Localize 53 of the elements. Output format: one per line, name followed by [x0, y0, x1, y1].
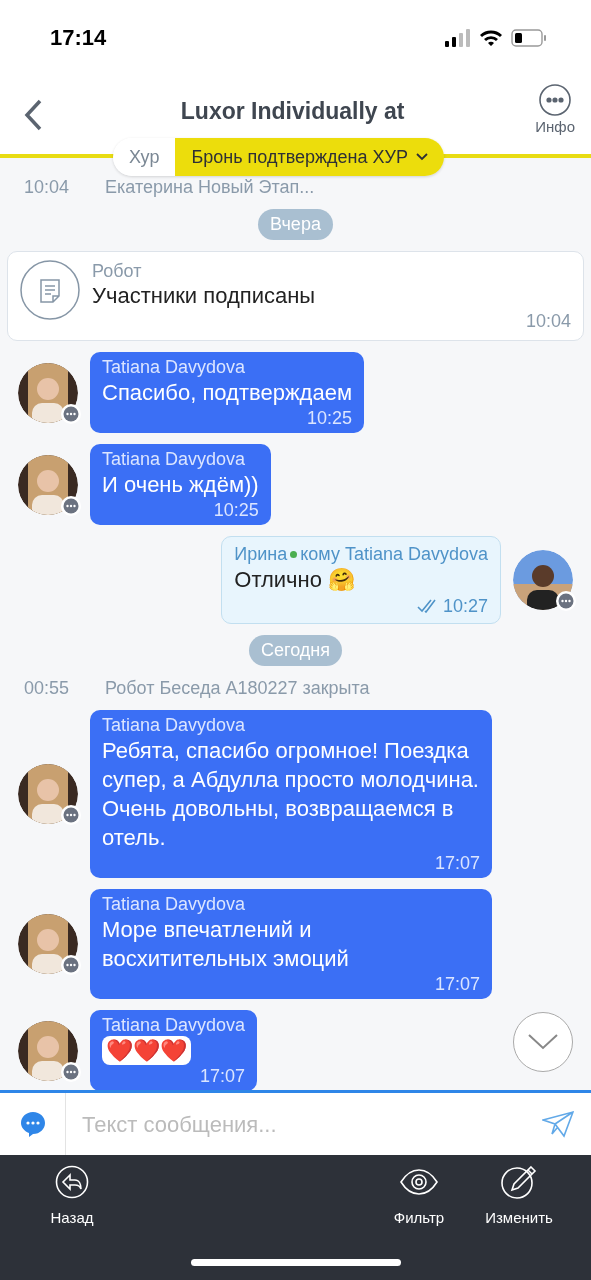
- toolbar-button[interactable]: Назад: [22, 1165, 122, 1230]
- message-text: Ребята, спасибо огромное! Поездка супер, а Абдулла просто молодчина. Очень довольны, возвращаемся в отель.: [102, 737, 480, 852]
- recipient-name: кому Tatiana Davydova: [300, 543, 488, 565]
- message-time: 10:25: [307, 407, 353, 429]
- sender-name: Робот: [92, 260, 143, 282]
- wifi-icon: [479, 28, 503, 47]
- sender-name: Tatiana Davydova: [102, 356, 247, 378]
- status-pill-label: Бронь подтверждена ХУР: [191, 145, 409, 169]
- message-text: Участники подписаны: [92, 282, 317, 310]
- message-time: 10:27: [442, 595, 488, 617]
- toolbar-button[interactable]: Изменить: [469, 1165, 569, 1230]
- chat-badge-icon: [60, 494, 82, 517]
- sender-name: Tatiana Davydova: [102, 448, 247, 470]
- message-input[interactable]: Текст сообщения...: [66, 1093, 525, 1155]
- chevron-down-icon: [416, 153, 429, 161]
- more-icon: [539, 84, 572, 117]
- system-message: Робот Беседа А180227 закрыта: [105, 677, 370, 699]
- chat-bubble-icon: [18, 1110, 47, 1138]
- sender-name: Tatiana Davydova: [102, 1014, 246, 1036]
- battery-icon: [511, 28, 547, 47]
- back-chevron-icon: [23, 98, 43, 131]
- message-time: 17:07: [434, 852, 480, 874]
- date-chip: Вчера: [258, 209, 333, 240]
- chevron-down-icon: [528, 1034, 558, 1050]
- status-pill-left: Хур: [113, 138, 176, 176]
- message-time: 10:04: [24, 176, 70, 198]
- chat-title: Luxor Individually at: [180, 97, 405, 127]
- message-time: 00:55: [24, 677, 70, 699]
- message-text: Море впечатлений и восхитительных эмоций: [102, 916, 350, 973]
- chat-badge-icon: [60, 804, 82, 826]
- message-text: И очень ждём)): [102, 471, 259, 499]
- chat-badge-icon: [555, 590, 577, 612]
- message-time: 17:07: [200, 1065, 246, 1087]
- chat-badge-icon: [60, 1060, 82, 1083]
- sender-name: Tatiana Davydova: [102, 714, 247, 736]
- sender-name: Tatiana Davydova: [102, 893, 247, 915]
- toolbar-button[interactable]: Фильтр: [369, 1165, 469, 1230]
- message-text: Спасибо, подтверждаем: [102, 379, 353, 407]
- pencil-icon: [501, 1165, 537, 1199]
- signal-icon: [445, 28, 471, 47]
- document-icon: [20, 260, 80, 320]
- info-button[interactable]: Инфо: [535, 84, 575, 139]
- system-message: Екатерина Новый Этап...: [105, 176, 315, 198]
- message-text: Отлично 🤗: [234, 566, 357, 594]
- message-time: 10:04: [525, 310, 571, 332]
- message-time: 17:07: [434, 973, 480, 995]
- paper-plane-icon: [542, 1110, 574, 1138]
- status-time: 17:14: [50, 24, 107, 52]
- message-time: 10:25: [213, 499, 259, 521]
- chat-badge-icon: [60, 402, 82, 425]
- date-chip: Сегодня: [249, 635, 342, 666]
- sender-name: Ирина: [234, 543, 288, 565]
- chat-badge-icon: [60, 954, 82, 976]
